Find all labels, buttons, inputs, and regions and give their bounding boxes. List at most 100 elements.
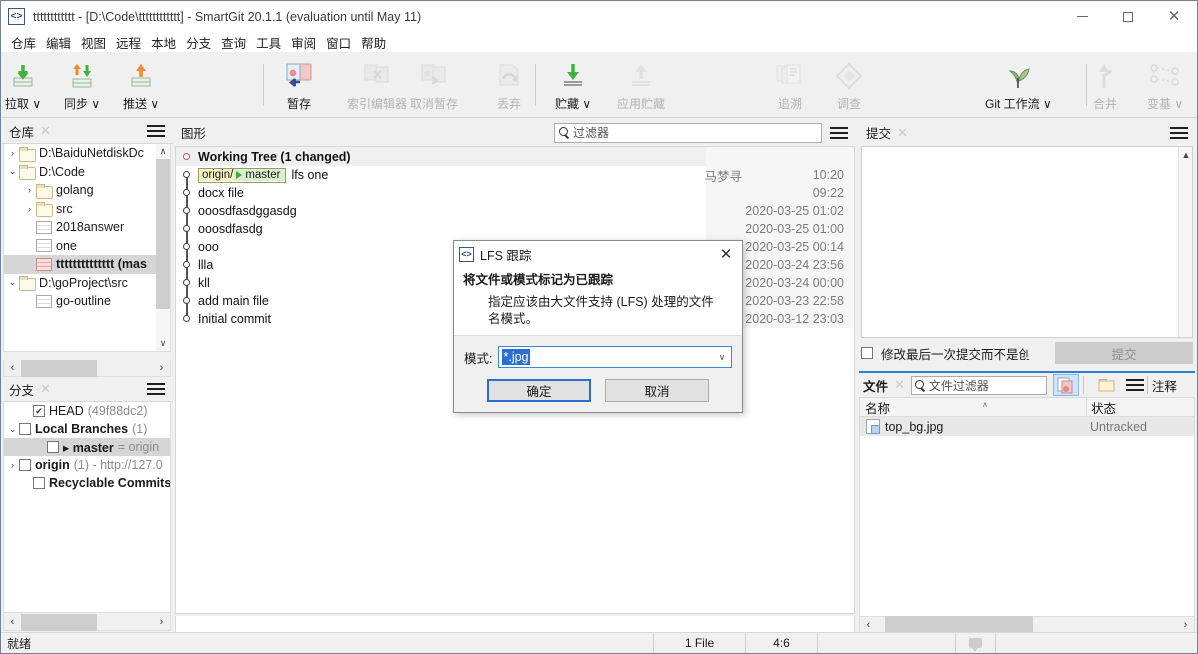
toolbar-button-stash[interactable]: 贮藏 ∨ — [555, 55, 591, 115]
menu-item[interactable]: 远程 — [111, 31, 146, 54]
branch-tree-item[interactable]: ▸ master = origin — [4, 438, 170, 456]
expand-arrow-icon[interactable]: ⌄ — [6, 424, 19, 435]
branch-tree-item[interactable]: Recyclable Commits — [4, 474, 170, 492]
commit-message-scrollbar[interactable]: ▲ — [1178, 147, 1192, 337]
repository-tree-item[interactable]: 2018answer — [4, 218, 170, 237]
column-header-status[interactable]: 状态 — [1086, 397, 1194, 417]
close-icon[interactable]: ✕ — [894, 377, 905, 393]
close-icon[interactable]: ✕ — [897, 125, 908, 141]
hamburger-icon[interactable] — [830, 126, 848, 140]
repository-tree-item[interactable]: › D:\BaiduNetdiskDc — [4, 144, 170, 163]
repositories-vscrollbar[interactable]: ∧ ∨ — [156, 144, 170, 351]
scroll-down-icon[interactable]: ∨ — [156, 336, 170, 351]
expand-arrow-icon[interactable]: › — [6, 460, 19, 470]
scroll-right-icon[interactable]: › — [1177, 619, 1194, 631]
chevron-down-icon[interactable]: ∨ — [713, 352, 731, 363]
branch-checkbox[interactable] — [33, 477, 45, 489]
toolbar-button-sync[interactable]: 同步 ∨ — [64, 55, 100, 115]
repository-tree-item[interactable]: tttttttttttttt (mas — [4, 255, 170, 274]
files-hscrollbar[interactable]: ‹ › — [859, 616, 1195, 633]
commit-row[interactable]: ooosdfasdggasdg 2020-03-25 01:02 — [176, 202, 854, 220]
branch-checkbox[interactable]: ✔ — [33, 405, 45, 417]
commit-row[interactable]: ooosdfasdg 2020-03-25 01:00 — [176, 220, 854, 238]
scroll-right-icon[interactable]: › — [153, 616, 170, 628]
folder-icon[interactable] — [1094, 374, 1120, 396]
files-title: 文件 — [863, 379, 889, 394]
hamburger-icon[interactable] — [1125, 378, 1144, 392]
menu-item[interactable]: 审阅 — [286, 31, 321, 54]
expand-arrow-icon[interactable]: ⌄ — [6, 277, 19, 288]
expand-arrow-icon[interactable]: › — [23, 204, 36, 214]
hamburger-icon[interactable] — [147, 382, 165, 396]
amend-checkbox-row[interactable]: 修改最后一次提交而不是创建新提 — [861, 344, 1029, 363]
branches-hscrollbar[interactable]: ‹ › — [3, 613, 171, 631]
graph-filter-input[interactable]: 过滤器 — [554, 122, 822, 143]
repository-tree-item[interactable]: ⌄ D:\goProject\src — [4, 274, 170, 293]
scroll-up-icon[interactable]: ∧ — [156, 144, 170, 159]
commit-row[interactable]: origin/master lfs one 马梦寻 10:20 — [176, 166, 854, 184]
toolbar-button-stage[interactable]: 暂存 — [284, 55, 314, 115]
branch-tree-item[interactable]: › origin (1) - http://127.0 — [4, 456, 170, 474]
repository-tree-item[interactable]: one — [4, 237, 170, 256]
commit-message-input[interactable]: ▲ — [861, 146, 1193, 338]
folder-icon — [19, 165, 36, 181]
menu-item[interactable]: 本地 — [146, 31, 181, 54]
repositories-tree[interactable]: › D:\BaiduNetdiskDc ⌄ D:\Code › golang › src 201… — [3, 144, 171, 352]
scroll-left-icon[interactable]: ‹ — [4, 616, 21, 628]
repository-tree-item[interactable]: › src — [4, 200, 170, 219]
close-icon[interactable]: ✕ — [40, 381, 51, 397]
toolbar-button-git-flow[interactable]: Git 工作流 ∨ — [985, 55, 1052, 115]
close-icon[interactable]: ✕ — [40, 123, 51, 139]
repository-tree-item[interactable]: › golang — [4, 181, 170, 200]
scroll-left-icon[interactable]: ‹ — [860, 619, 877, 631]
branch-tag[interactable]: origin/master — [198, 167, 287, 183]
minimize-button[interactable] — [1059, 1, 1105, 32]
stage-file-icon[interactable] — [1052, 374, 1079, 396]
commit-row[interactable]: docx file 09:22 — [176, 184, 854, 202]
file-filter-input[interactable]: 文件过滤器 — [910, 375, 1047, 395]
menu-item[interactable]: 窗口 — [321, 31, 356, 54]
repositories-hscrollbar[interactable]: ‹ › — [3, 359, 171, 377]
close-button[interactable]: ✕ — [1151, 1, 1197, 32]
branch-checkbox[interactable] — [19, 459, 31, 471]
table-row[interactable]: top_bg.jpg Untracked — [860, 417, 1194, 436]
expand-arrow-icon[interactable]: › — [6, 148, 19, 158]
toolbar-button-pull[interactable]: 拉取 ∨ — [5, 55, 41, 115]
menu-item[interactable]: 查询 — [216, 31, 251, 54]
hamburger-icon[interactable] — [1170, 126, 1188, 140]
toolbar-button-push[interactable]: 推送 ∨ — [123, 55, 159, 115]
menu-item[interactable]: 帮助 — [356, 31, 391, 54]
ok-button[interactable]: 确定 — [487, 379, 591, 402]
pattern-combobox[interactable]: *.jpg ∨ — [498, 346, 732, 368]
menu-item[interactable]: 编辑 — [41, 31, 76, 54]
cancel-button[interactable]: 取消 — [605, 379, 709, 402]
hamburger-icon[interactable] — [147, 124, 165, 138]
scroll-right-icon[interactable]: › — [153, 362, 170, 374]
commit-button[interactable]: 提交 — [1055, 342, 1193, 364]
branch-tree-item[interactable]: ⌄ Local Branches (1) — [4, 420, 170, 438]
maximize-button[interactable] — [1105, 1, 1151, 32]
repository-tree-item[interactable]: ⌄ D:\Code — [4, 163, 170, 182]
branch-checkbox[interactable] — [47, 441, 59, 453]
menu-item[interactable]: 视图 — [76, 31, 111, 54]
amend-checkbox[interactable] — [861, 347, 873, 359]
window-title: tttttttttttt - [D:\Code\tttttttttttt] - … — [33, 9, 422, 24]
annotate-label[interactable]: 注释 — [1152, 376, 1177, 395]
expand-arrow-icon[interactable]: › — [23, 185, 36, 195]
menu-item[interactable]: 分支 — [181, 31, 216, 54]
branch-checkbox[interactable] — [19, 423, 31, 435]
dialog-close-icon[interactable]: ✕ — [715, 243, 737, 265]
branch-tree-item[interactable]: ✔ HEAD (49f88dc2) — [4, 402, 170, 420]
files-table-header: 名称 ∧ 状态 — [860, 397, 1194, 417]
scroll-left-icon[interactable]: ‹ — [4, 362, 21, 374]
expand-arrow-icon[interactable]: ⌄ — [6, 166, 19, 177]
menu-item[interactable]: 工具 — [251, 31, 286, 54]
repository-tree-item[interactable]: go-outline — [4, 292, 170, 311]
branches-tree[interactable]: ✔ HEAD (49f88dc2) ⌄ Local Branches (1) ▸ maste… — [3, 402, 171, 613]
graph-hscrollbar[interactable] — [175, 616, 855, 633]
comment-icon[interactable] — [955, 632, 995, 653]
scroll-up-icon[interactable]: ▲ — [1179, 147, 1193, 162]
column-header-name[interactable]: 名称 — [860, 398, 1086, 417]
menu-item[interactable]: 仓库 — [6, 31, 41, 54]
commit-row[interactable]: Working Tree (1 changed) — [176, 147, 854, 166]
